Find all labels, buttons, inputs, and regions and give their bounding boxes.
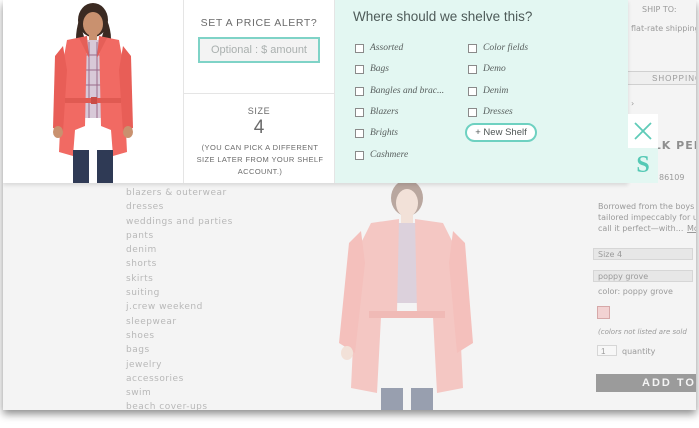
nav-link[interactable]: swim xyxy=(126,386,286,400)
shelf-option-blazers[interactable]: Blazers xyxy=(355,105,399,119)
shelf-option-assorted[interactable]: Assorted xyxy=(355,41,403,55)
add-to-bag-button[interactable]: ADD TO xyxy=(596,374,696,392)
shelf-option-label: Color fields xyxy=(483,43,529,53)
checkbox[interactable] xyxy=(468,43,477,53)
colors-note: (colors not listed are sold xyxy=(598,328,687,336)
shelf-option-label: Blazers xyxy=(370,107,399,117)
price-alert-title: SET A PRICE ALERT? xyxy=(200,17,318,29)
shelf-option-label: Cashmere xyxy=(370,150,409,160)
size-select[interactable]: Size 4 xyxy=(593,248,693,260)
checkbox[interactable] xyxy=(468,107,477,117)
nav-link[interactable]: blazers & outerwear xyxy=(126,186,286,200)
shelf-option-bangles[interactable]: Bangles and brac... xyxy=(355,84,444,98)
checkbox[interactable] xyxy=(355,43,364,53)
ship-to-label: SHIP TO: xyxy=(642,5,677,14)
checkbox[interactable] xyxy=(468,86,477,96)
shelf-option-label: Dresses xyxy=(483,107,513,117)
size-note: (YOU CAN PICK A DIFFERENT SIZE LATER FRO… xyxy=(196,143,324,176)
size-title: SIZE xyxy=(247,106,271,116)
nav-link[interactable]: shoes xyxy=(126,329,286,343)
product-hero-image xyxy=(339,183,473,410)
quantity-label: quantity xyxy=(622,347,656,356)
checkbox[interactable] xyxy=(468,64,477,74)
shelf-option-label: Assorted xyxy=(370,43,404,53)
nav-link[interactable]: denim xyxy=(126,243,286,257)
browser-frame: blazers & outerwear dresses weddings and… xyxy=(3,0,696,410)
nav-link[interactable]: accessories xyxy=(126,372,286,386)
checkbox[interactable] xyxy=(355,150,364,160)
nav-link[interactable]: sleepwear xyxy=(126,315,286,329)
description-line: Borrowed from the boys xyxy=(598,202,695,211)
price-alert-and-size-panel: SET A PRICE ALERT? SIZE 4 (YOU CAN PICK … xyxy=(183,0,335,183)
divider xyxy=(184,93,334,94)
checkbox[interactable] xyxy=(355,107,364,117)
new-shelf-button[interactable]: + New Shelf xyxy=(465,123,537,142)
nav-link[interactable]: jewelry xyxy=(126,358,286,372)
shelf-chooser: Where should we shelve this? Assorted Ba… xyxy=(335,0,628,183)
shelf-option-label: Demo xyxy=(483,64,506,74)
checkbox[interactable] xyxy=(355,86,364,96)
shelf-option-label: Bangles and brac... xyxy=(370,86,445,96)
shelf-option-brights[interactable]: Brights xyxy=(355,126,398,140)
nav-link[interactable]: bags xyxy=(126,343,286,357)
nav-link[interactable]: shorts xyxy=(126,257,286,271)
nav-link[interactable]: pants xyxy=(126,229,286,243)
shelf-option-cashmere[interactable]: Cashmere xyxy=(355,148,408,162)
shopping-button[interactable]: SHOPPING xyxy=(625,71,696,85)
checkbox[interactable] xyxy=(355,128,364,138)
shelf-option-demo[interactable]: Demo xyxy=(468,62,506,76)
shelf-option-label: Bags xyxy=(370,64,389,74)
item-number: 86109 xyxy=(659,173,685,182)
nav-link[interactable]: beach cover-ups xyxy=(126,400,286,410)
save-to-shelf-popup: SET A PRICE ALERT? SIZE 4 (YOU CAN PICK … xyxy=(3,0,628,183)
color-label: color: poppy grove xyxy=(598,287,673,296)
logo-letter: S xyxy=(636,152,650,178)
shelf-option-denim[interactable]: Denim xyxy=(468,84,508,98)
close-icon xyxy=(634,122,652,140)
shelf-title: Where should we shelve this? xyxy=(353,9,533,24)
shipping-note: flat-rate shipping f xyxy=(631,24,696,33)
checkbox[interactable] xyxy=(355,64,364,74)
close-button[interactable] xyxy=(628,114,658,148)
product-thumbnail xyxy=(3,0,183,183)
price-alert-input[interactable] xyxy=(198,37,320,63)
nav-link[interactable]: suiting xyxy=(126,286,286,300)
color-swatch[interactable] xyxy=(597,306,610,319)
nav-link[interactable]: skirts xyxy=(126,272,286,286)
size-select-value: Size 4 xyxy=(598,250,623,259)
dropdown-arrow-icon: › xyxy=(631,99,635,108)
nav-link[interactable]: dresses xyxy=(126,200,286,214)
more-link[interactable]: Mo xyxy=(687,224,696,233)
shelf-option-dresses[interactable]: Dresses xyxy=(468,105,513,119)
size-value: 4 xyxy=(253,117,265,138)
description-line: call it perfect—with... xyxy=(598,224,684,233)
shelf-option-label: Denim xyxy=(483,86,509,96)
shelf-option-label: Brights xyxy=(370,128,398,138)
shelf-logo: S xyxy=(628,148,658,183)
description-line: tailored impeccably for u xyxy=(598,213,696,222)
shelf-option-bags[interactable]: Bags xyxy=(355,62,389,76)
color-select[interactable]: poppy grove xyxy=(593,270,693,282)
quantity-input[interactable]: 1 xyxy=(597,345,617,356)
nav-link[interactable]: weddings and parties xyxy=(126,215,286,229)
category-nav: blazers & outerwear dresses weddings and… xyxy=(126,186,286,410)
nav-link[interactable]: j.crew weekend xyxy=(126,300,286,314)
color-select-value: poppy grove xyxy=(598,272,649,281)
shelf-option-color-fields[interactable]: Color fields xyxy=(468,41,528,55)
